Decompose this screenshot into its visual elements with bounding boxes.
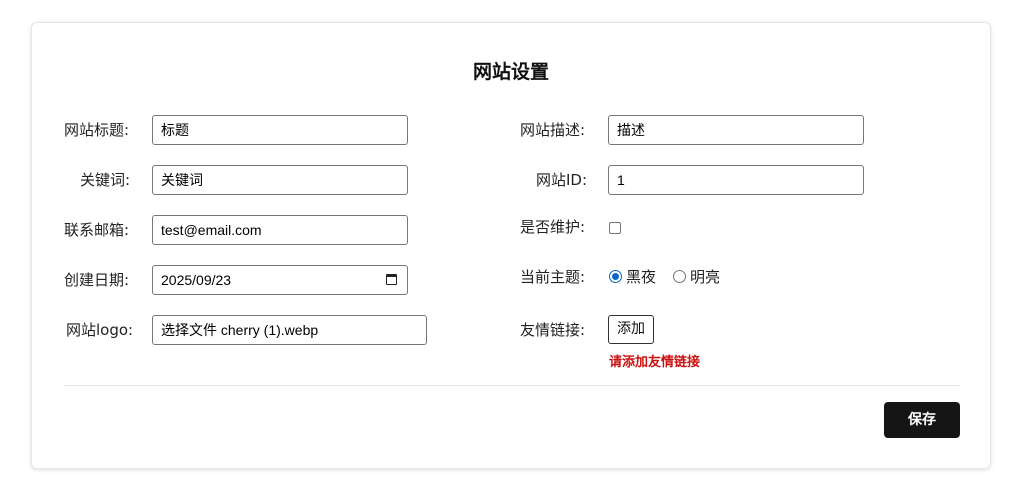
description-label: 网站描述:	[520, 121, 586, 139]
save-button[interactable]: 保存	[884, 402, 960, 438]
theme-label: 当前主题:	[520, 268, 586, 286]
site-id-input[interactable]: 1	[608, 165, 864, 195]
divider	[64, 385, 960, 386]
theme-option-dark-label: 黑夜	[626, 268, 657, 286]
email-field[interactable]: test@email.com	[152, 215, 408, 245]
keywords-input[interactable]: 关键词	[152, 165, 408, 195]
friend-links-error: 请添加友情链接	[609, 355, 701, 370]
logo-label: 网站logo:	[66, 321, 134, 339]
calendar-icon[interactable]	[386, 274, 397, 285]
keywords-label: 关键词:	[80, 171, 131, 189]
created-date-label: 创建日期:	[64, 271, 130, 289]
email-label: 联系邮箱:	[64, 221, 130, 239]
site-title-input[interactable]: 标题	[152, 115, 408, 145]
created-date-input[interactable]: 2025/09/23	[152, 265, 408, 295]
maintenance-label: 是否维护:	[520, 218, 586, 236]
site-title-label: 网站标题:	[64, 121, 130, 139]
description-input[interactable]: 描述	[608, 115, 864, 145]
theme-radio-light[interactable]	[673, 270, 686, 283]
created-date-value: 2025/09/23	[161, 272, 232, 288]
theme-option-light-label: 明亮	[690, 268, 721, 286]
maintenance-checkbox[interactable]	[609, 222, 621, 234]
site-id-label: 网站ID:	[536, 171, 588, 189]
page-title: 网站设置	[472, 61, 549, 83]
add-friend-link-button[interactable]: 添加	[608, 315, 654, 344]
theme-radio-dark[interactable]	[609, 270, 622, 283]
friend-links-label: 友情链接:	[520, 321, 586, 339]
logo-file-input[interactable]: 选择文件 cherry (1).webp	[152, 315, 427, 345]
settings-card: 网站设置 网站标题: 标题 关键词: 关键词 联系邮箱: test@email.…	[31, 22, 991, 469]
